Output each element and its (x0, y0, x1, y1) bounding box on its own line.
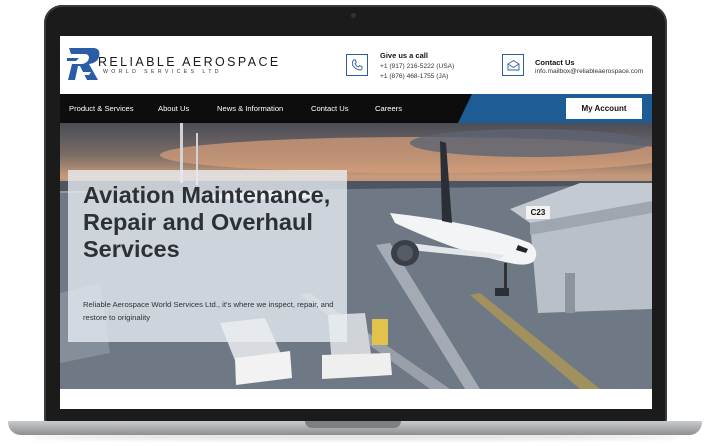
nav-item-about-us[interactable]: About Us (158, 104, 189, 113)
nav-item-careers[interactable]: Careers (375, 104, 402, 113)
mail-icon (502, 54, 524, 76)
phone-number-usa[interactable]: +1 (917) 216-5222 (USA) (380, 63, 454, 70)
logo-icon[interactable] (67, 46, 101, 82)
website-screen: RELIABLE AEROSPACE WORLD SERVICES LTD Gi… (60, 36, 652, 409)
webcam (351, 13, 356, 18)
nav-item-contact-us[interactable]: Contact Us (311, 104, 349, 113)
brand-tagline: WORLD SERVICES LTD (103, 69, 222, 75)
phone-title: Give us a call (380, 51, 428, 60)
content-strip (60, 389, 652, 409)
laptop-notch (305, 421, 401, 428)
phone-icon (346, 54, 368, 76)
brand-name[interactable]: RELIABLE AEROSPACE (98, 55, 281, 69)
email-title: Contact Us (535, 58, 575, 67)
email-address[interactable]: info.mailbox@reliableaerospace.com (535, 68, 643, 75)
gate-sign: C23 (526, 206, 550, 219)
my-account-button[interactable]: My Account (566, 98, 642, 119)
hero-subtitle: Reliable Aerospace World Services Ltd., … (83, 300, 334, 322)
nav-item-products-services[interactable]: Product & Services (69, 104, 134, 113)
phone-number-ja[interactable]: +1 (876) 468-1755 (JA) (380, 73, 448, 80)
hero-title: Aviation Maintenance, Repair and Overhau… (83, 182, 331, 262)
nav-item-news-information[interactable]: News & Information (217, 104, 283, 113)
